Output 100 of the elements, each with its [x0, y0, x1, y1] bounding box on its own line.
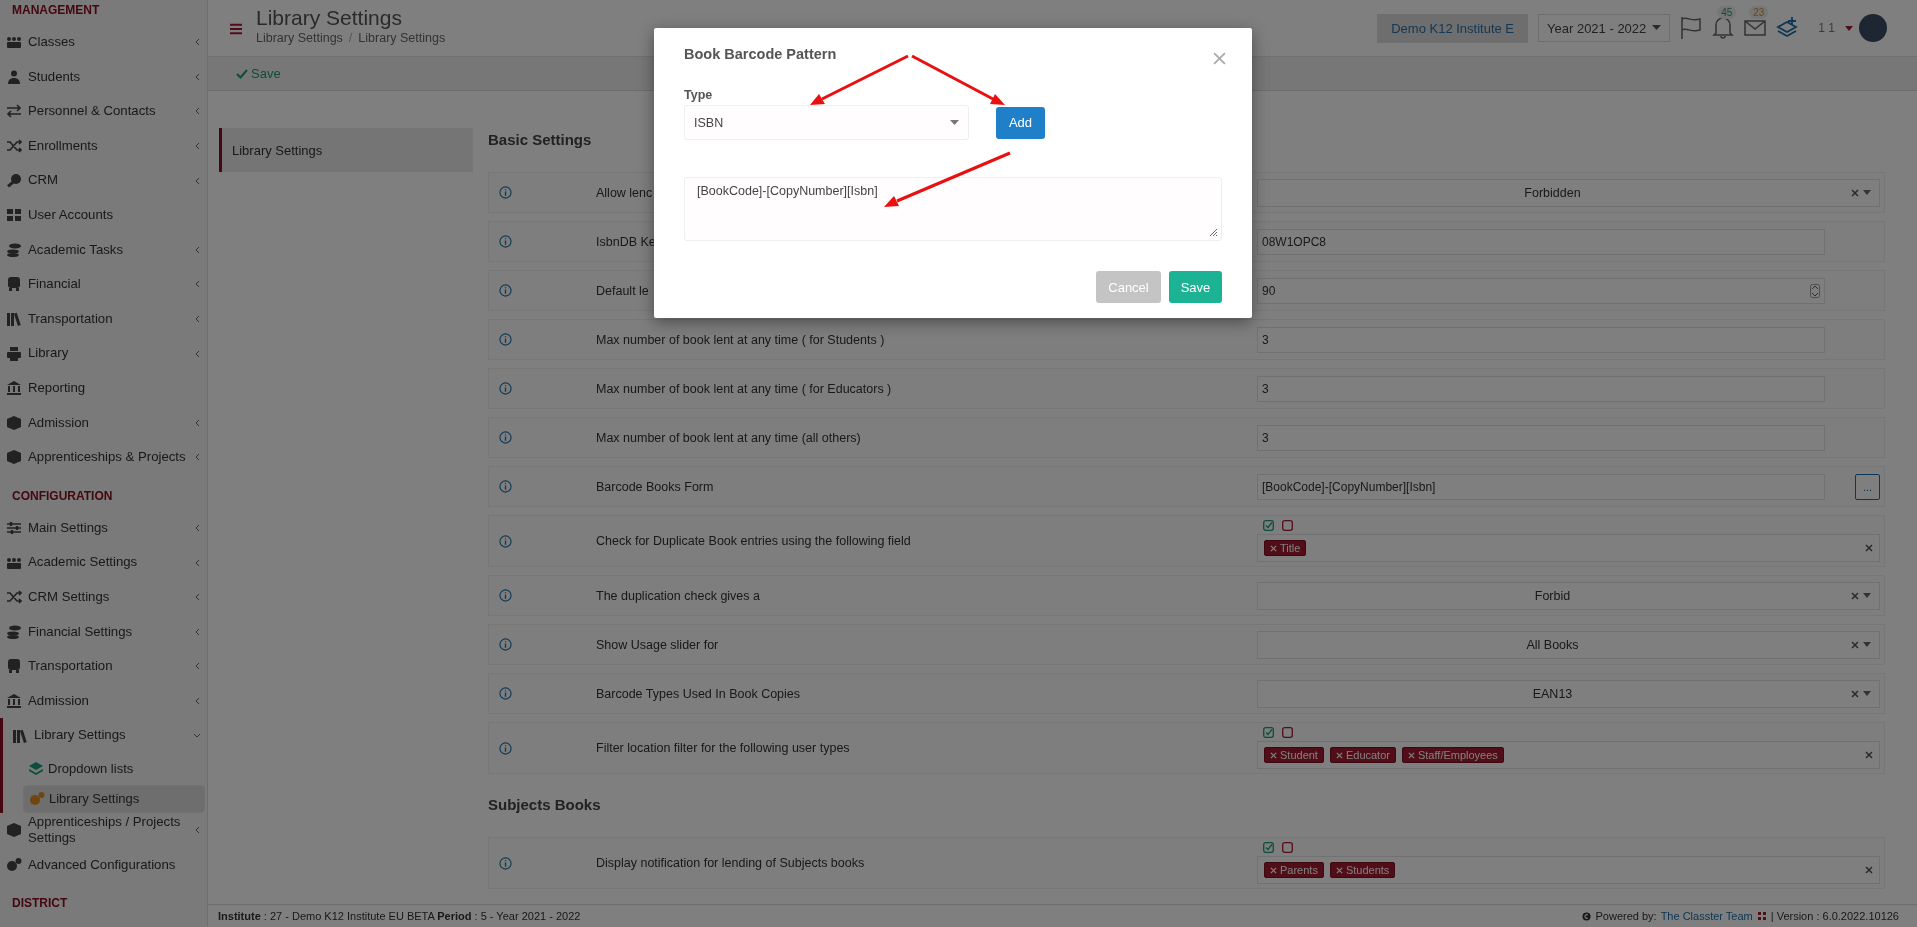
- sidebar-item[interactable]: Financial: [0, 267, 207, 302]
- tags-field[interactable]: Parents Students: [1257, 856, 1880, 884]
- deselect-all-icon[interactable]: [1282, 520, 1293, 531]
- type-dropdown[interactable]: ISBN: [684, 105, 969, 140]
- info-icon[interactable]: [499, 741, 512, 755]
- input-field[interactable]: 3: [1257, 424, 1825, 451]
- input-field[interactable]: 3: [1257, 375, 1825, 402]
- sidebar-item[interactable]: Academic Tasks: [0, 232, 207, 268]
- deselect-all-icon[interactable]: [1282, 727, 1293, 738]
- sidebar-item[interactable]: CRM Settings: [0, 579, 207, 615]
- sidebar-item[interactable]: Classes: [0, 25, 207, 60]
- select-all-icon[interactable]: [1263, 727, 1274, 738]
- avatar[interactable]: [1859, 14, 1887, 42]
- tags-field[interactable]: Student Educator Staff/Employees: [1257, 741, 1880, 769]
- sidebar-item[interactable]: Students: [0, 59, 207, 95]
- info-icon[interactable]: [499, 284, 512, 297]
- flag-icon[interactable]: [1680, 16, 1703, 40]
- sidebar-item[interactable]: Personnel & Contacts: [0, 94, 207, 129]
- select-all-icon[interactable]: [1263, 520, 1274, 531]
- info-icon[interactable]: [499, 687, 512, 700]
- deselect-all-icon[interactable]: [1282, 842, 1293, 853]
- sidebar-item[interactable]: Reporting: [0, 370, 207, 406]
- clear-icon[interactable]: [1851, 188, 1859, 197]
- team-link[interactable]: The Classter Team: [1660, 910, 1753, 922]
- select-field[interactable]: All Books: [1257, 630, 1880, 659]
- dialog-title: Book Barcode Pattern: [684, 46, 837, 62]
- sidebar-item[interactable]: Admission: [0, 683, 207, 719]
- select-field[interactable]: EAN13: [1257, 679, 1880, 708]
- chevron-left-icon: [193, 315, 201, 324]
- sidebar-item[interactable]: Advanced Configurations: [0, 847, 207, 883]
- clear-icon[interactable]: [1851, 591, 1859, 600]
- add-button[interactable]: Add: [996, 106, 1045, 139]
- settings-tab[interactable]: Library Settings: [219, 128, 473, 172]
- info-icon[interactable]: [499, 235, 512, 248]
- sidebar-item[interactable]: Library Settings: [0, 718, 207, 753]
- clear-icon[interactable]: [1851, 689, 1859, 698]
- info-icon[interactable]: [499, 534, 512, 548]
- sidebar-subitem[interactable]: Library Settings: [23, 784, 205, 813]
- sidebar-item[interactable]: Financial Settings: [0, 614, 207, 650]
- remove-icon[interactable]: [1270, 752, 1277, 759]
- clear-icon[interactable]: [1851, 640, 1859, 649]
- save-button[interactable]: Save: [1169, 271, 1222, 303]
- sidebar-item[interactable]: Transportation: [0, 649, 207, 684]
- sidebar-item[interactable]: CRM: [0, 163, 207, 198]
- tags-field[interactable]: Title: [1257, 534, 1880, 562]
- info-icon[interactable]: [499, 480, 512, 493]
- info-icon[interactable]: [499, 333, 512, 346]
- sidebar-item[interactable]: Library: [0, 336, 207, 371]
- input-field[interactable]: 3: [1257, 326, 1825, 353]
- tag[interactable]: Educator: [1329, 747, 1396, 763]
- remove-icon[interactable]: [1407, 752, 1415, 759]
- remove-icon[interactable]: [1335, 752, 1343, 759]
- remove-icon[interactable]: [1335, 867, 1343, 874]
- bus-icon: [6, 276, 22, 293]
- institute-button[interactable]: Demo K12 Institute E: [1377, 13, 1529, 43]
- select-all-icon[interactable]: [1263, 842, 1274, 853]
- browse-button[interactable]: ...: [1855, 473, 1880, 500]
- tag[interactable]: Students: [1329, 862, 1396, 878]
- sidebar-item[interactable]: Transportation: [0, 301, 207, 337]
- clear-icon[interactable]: [1865, 866, 1873, 874]
- input-field[interactable]: [BookCode]-[CopyNumber][Isbn]: [1257, 473, 1825, 500]
- layers-plus-icon[interactable]: [1776, 16, 1799, 40]
- info-icon[interactable]: [499, 382, 512, 395]
- spinner-icon[interactable]: [1810, 283, 1820, 298]
- tag[interactable]: Title: [1264, 540, 1307, 556]
- close-icon[interactable]: [1213, 52, 1226, 65]
- tag[interactable]: Parents: [1264, 862, 1324, 878]
- select-field[interactable]: Forbid: [1257, 581, 1880, 610]
- chevron-left-icon: [193, 176, 201, 185]
- input-field[interactable]: 08W1OPC8: [1257, 228, 1825, 255]
- sidebar-item[interactable]: Apprenticeships / Projects Settings: [0, 812, 207, 848]
- sidebar-item[interactable]: Apprenticeships & Projects: [0, 440, 207, 475]
- info-icon[interactable]: [499, 856, 512, 870]
- remove-icon[interactable]: [1270, 545, 1277, 552]
- info-icon[interactable]: [499, 186, 512, 199]
- clear-icon[interactable]: [1865, 751, 1873, 759]
- save-button[interactable]: Save: [236, 66, 281, 81]
- breadcrumb-link[interactable]: Library Settings: [256, 31, 343, 45]
- breadcrumb-link[interactable]: Library Settings: [358, 31, 446, 45]
- tag[interactable]: Student: [1264, 747, 1324, 763]
- sidebar-item[interactable]: Main Settings: [0, 510, 207, 546]
- sidebar-item[interactable]: User Accounts: [0, 197, 207, 233]
- number-field[interactable]: 90: [1257, 277, 1825, 304]
- info-icon[interactable]: [499, 589, 512, 602]
- pattern-textarea[interactable]: [BookCode]-[CopyNumber][Isbn]: [684, 177, 1222, 241]
- year-dropdown[interactable]: Year 2021 - 2022: [1538, 14, 1671, 42]
- clear-icon[interactable]: [1865, 544, 1873, 552]
- user-menu[interactable]: 1 1: [1818, 21, 1835, 35]
- select-field[interactable]: Forbidden: [1257, 178, 1880, 207]
- sidebar-subitem[interactable]: Dropdown lists: [23, 752, 205, 785]
- info-icon[interactable]: [499, 638, 512, 651]
- info-icon[interactable]: [499, 431, 512, 444]
- remove-icon[interactable]: [1270, 867, 1277, 874]
- sidebar-item[interactable]: Admission: [0, 405, 207, 441]
- sidebar-item[interactable]: Academic Settings: [0, 545, 207, 580]
- tag[interactable]: Staff/Employees: [1401, 747, 1504, 763]
- sidebar-item[interactable]: Enrollments: [0, 128, 207, 164]
- setting-label: Max number of book lent at any time (all others): [596, 430, 861, 445]
- menu-icon[interactable]: [230, 23, 242, 35]
- resize-grip-icon[interactable]: [1209, 228, 1218, 237]
